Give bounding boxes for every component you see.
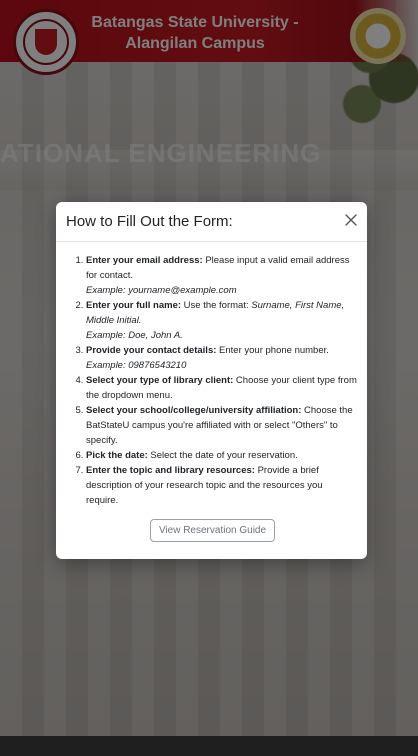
modal-title: How to Fill Out the Form:: [66, 213, 233, 230]
step-client-type: Select your type of library client: Choo…: [86, 373, 357, 403]
instructions-modal: How to Fill Out the Form: Enter your ema…: [56, 202, 367, 559]
instruction-list: Enter your email address: Please input a…: [68, 253, 357, 508]
step-label: Enter your full name:: [86, 300, 182, 311]
modal-header: How to Fill Out the Form:: [56, 202, 367, 242]
guide-button-wrap: View Reservation Guide: [68, 518, 357, 542]
step-full-name: Enter your full name: Use the format: Su…: [86, 298, 357, 343]
close-button[interactable]: [343, 212, 359, 228]
step-email: Enter your email address: Please input a…: [86, 253, 357, 298]
step-label: Select your school/college/university af…: [86, 405, 302, 416]
step-label: Enter your email address:: [86, 255, 203, 266]
step-date: Pick the date: Select the date of your r…: [86, 448, 357, 463]
step-label: Select your type of library client:: [86, 375, 234, 386]
step-text: Select the date of your reservation.: [147, 450, 298, 461]
step-label: Provide your contact details:: [86, 345, 217, 356]
step-text: Use the format:: [181, 300, 252, 311]
step-topic: Enter the topic and library resources: P…: [86, 463, 357, 508]
modal-body: Enter your email address: Please input a…: [56, 242, 367, 542]
step-affiliation: Select your school/college/university af…: [86, 403, 357, 448]
step-label: Pick the date:: [86, 450, 148, 461]
footer-bar: [0, 736, 418, 756]
step-text: Enter your phone number.: [216, 345, 329, 356]
view-reservation-guide-button[interactable]: View Reservation Guide: [149, 519, 276, 542]
step-example: Example: Doe, John A.: [86, 330, 183, 341]
close-icon: [345, 214, 357, 226]
step-contact: Provide your contact details: Enter your…: [86, 343, 357, 373]
step-example: Example: 09876543210: [86, 360, 187, 371]
step-label: Enter the topic and library resources:: [86, 465, 255, 476]
step-example: Example: yourname@example.com: [86, 285, 237, 296]
